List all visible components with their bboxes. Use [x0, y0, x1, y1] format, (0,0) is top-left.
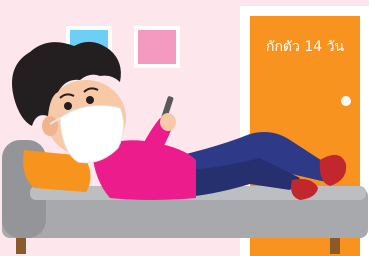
eye-left — [64, 102, 72, 110]
door-knob — [341, 96, 351, 106]
ear — [42, 116, 58, 136]
hand — [160, 113, 176, 131]
eye-right — [86, 96, 94, 104]
pink-picture-frame — [134, 26, 180, 68]
door-quarantine-label: กักตัว 14 วัน — [265, 39, 345, 55]
illustration-scene: กักตัว 14 วัน — [0, 0, 369, 256]
